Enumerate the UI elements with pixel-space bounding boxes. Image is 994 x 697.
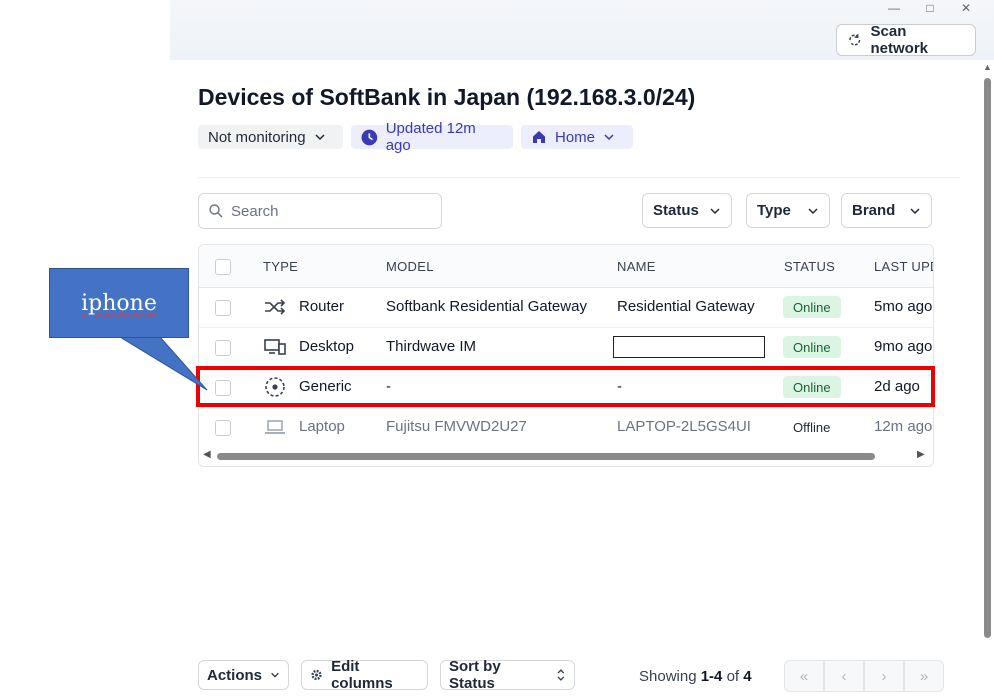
last-updated: 9mo ago	[874, 338, 933, 355]
device-name: Residential Gateway	[617, 298, 755, 315]
chevron-down-icon	[315, 134, 325, 141]
highlight-box	[196, 366, 935, 407]
status-filter[interactable]: Status	[642, 193, 732, 228]
brand-filter[interactable]: Brand	[841, 193, 932, 228]
type-filter[interactable]: Type	[746, 193, 830, 228]
chevron-down-icon	[271, 672, 279, 678]
scroll-up-icon[interactable]: ▲	[983, 62, 992, 72]
device-model: Thirdwave IM	[386, 338, 477, 355]
double-chevron-right-icon: »	[919, 667, 929, 685]
scrollbar-thumb[interactable]	[984, 78, 991, 638]
status-badge: Offline	[793, 419, 831, 435]
showing-mid: of	[722, 668, 744, 685]
gear-icon	[311, 669, 322, 681]
minimize-button[interactable]: —	[876, 0, 912, 16]
next-page-button[interactable]: ›	[864, 660, 904, 692]
home-icon	[533, 131, 545, 143]
sort-icon	[557, 669, 565, 681]
row-checkbox[interactable]	[215, 420, 231, 436]
vertical-scrollbar[interactable]: ▲	[982, 62, 992, 697]
sort-dropdown[interactable]: Sort by Status	[440, 658, 575, 692]
actions-label: Actions	[207, 666, 263, 684]
sort-label: Sort by Status	[449, 658, 501, 692]
chevron-down-icon	[710, 207, 720, 214]
column-header-name[interactable]: NAME	[617, 259, 656, 274]
device-model: Fujitsu FMVWD2U27	[386, 418, 527, 435]
showing-prefix: Showing	[639, 668, 701, 685]
location-dropdown[interactable]: Home	[521, 125, 633, 149]
column-header-last-updated[interactable]: LAST UPD	[874, 259, 933, 274]
blank-margin	[0, 0, 170, 697]
monitoring-dropdown[interactable]: Not monitoring	[198, 125, 343, 149]
column-header-type[interactable]: TYPE	[263, 259, 298, 274]
search-input[interactable]: Search	[198, 193, 442, 229]
select-all-checkbox[interactable]	[215, 259, 231, 275]
actions-dropdown[interactable]: Actions	[198, 660, 289, 690]
device-model: Softbank Residential Gateway	[386, 298, 587, 315]
type-filter-label: Type	[757, 202, 791, 219]
column-header-status[interactable]: STATUS	[784, 259, 835, 274]
row-checkbox[interactable]	[215, 340, 231, 356]
double-chevron-left-icon: «	[799, 667, 809, 685]
scrollbar-thumb[interactable]	[217, 453, 875, 460]
edit-columns-label: Edit columns	[331, 658, 393, 692]
shuffle-icon	[263, 296, 287, 318]
scroll-left-icon[interactable]: ◀	[203, 449, 211, 460]
scan-network-label: Scan network	[870, 23, 929, 57]
edit-columns-button[interactable]: Edit columns	[301, 658, 428, 692]
maximize-button[interactable]: □	[912, 0, 948, 16]
chevron-down-icon	[910, 207, 920, 214]
scroll-right-icon[interactable]: ▶	[917, 449, 925, 460]
monitoring-label: Not monitoring	[208, 128, 306, 146]
last-updated: 5mo ago	[874, 298, 933, 315]
table-row[interactable]: Router Softbank Residential Gateway Resi…	[199, 287, 933, 328]
refresh-icon	[849, 34, 861, 46]
app-window: — □ ✕ Scan network ▲ Devices of SoftBank…	[170, 0, 994, 697]
updated-label: Updated 12m ago	[385, 120, 476, 154]
last-page-button[interactable]: »	[904, 660, 944, 692]
status-badge: Online	[783, 296, 841, 318]
laptop-icon	[263, 416, 287, 438]
redacted-name-box	[613, 336, 765, 358]
close-button[interactable]: ✕	[948, 0, 984, 16]
location-label: Home	[555, 128, 596, 146]
table-row[interactable]: Desktop Thirdwave IM Online 9mo ago	[199, 327, 933, 368]
device-name: LAPTOP-2L5GS4UI	[617, 418, 751, 435]
title-bar: — □ ✕ Scan network	[170, 0, 994, 60]
chevron-left-icon: ‹	[841, 667, 847, 685]
status-filter-label: Status	[653, 202, 699, 219]
device-type: Laptop	[299, 418, 345, 435]
table-header: TYPE MODEL NAME STATUS LAST UPD	[199, 245, 933, 288]
chevron-right-icon: ›	[881, 667, 887, 685]
clock-icon	[361, 129, 378, 145]
prev-page-button[interactable]: ‹	[824, 660, 864, 692]
scan-network-button[interactable]: Scan network	[836, 23, 976, 57]
device-type: Desktop	[299, 338, 355, 355]
device-type: Router	[299, 298, 345, 315]
showing-range: 1-4	[700, 668, 723, 685]
chevron-down-icon	[808, 207, 818, 214]
callout-label: iphone	[49, 268, 189, 338]
table-row[interactable]: Laptop Fujitsu FMVWD2U27 LAPTOP-2L5GS4UI…	[199, 407, 933, 447]
desktop-icon	[263, 336, 287, 358]
search-icon	[209, 204, 223, 218]
pagination-summary: Showing 1-4 of 4	[639, 668, 752, 685]
column-header-model[interactable]: MODEL	[386, 259, 434, 274]
row-checkbox[interactable]	[215, 300, 231, 316]
callout-text: iphone	[81, 290, 157, 316]
status-badge: Online	[783, 336, 841, 358]
brand-filter-label: Brand	[852, 202, 896, 219]
section-divider	[198, 177, 960, 178]
updated-badge[interactable]: Updated 12m ago	[351, 120, 513, 154]
first-page-button[interactable]: «	[784, 660, 824, 692]
search-placeholder: Search	[231, 202, 279, 220]
last-updated: 12m ago	[874, 418, 933, 435]
page-title: Devices of SoftBank in Japan (192.168.3.…	[198, 84, 696, 110]
devices-table: TYPE MODEL NAME STATUS LAST UPD Router S…	[198, 244, 934, 467]
chevron-down-icon	[604, 134, 614, 141]
horizontal-scrollbar[interactable]: ◀ ▶	[199, 447, 933, 465]
showing-total: 4	[743, 668, 752, 685]
